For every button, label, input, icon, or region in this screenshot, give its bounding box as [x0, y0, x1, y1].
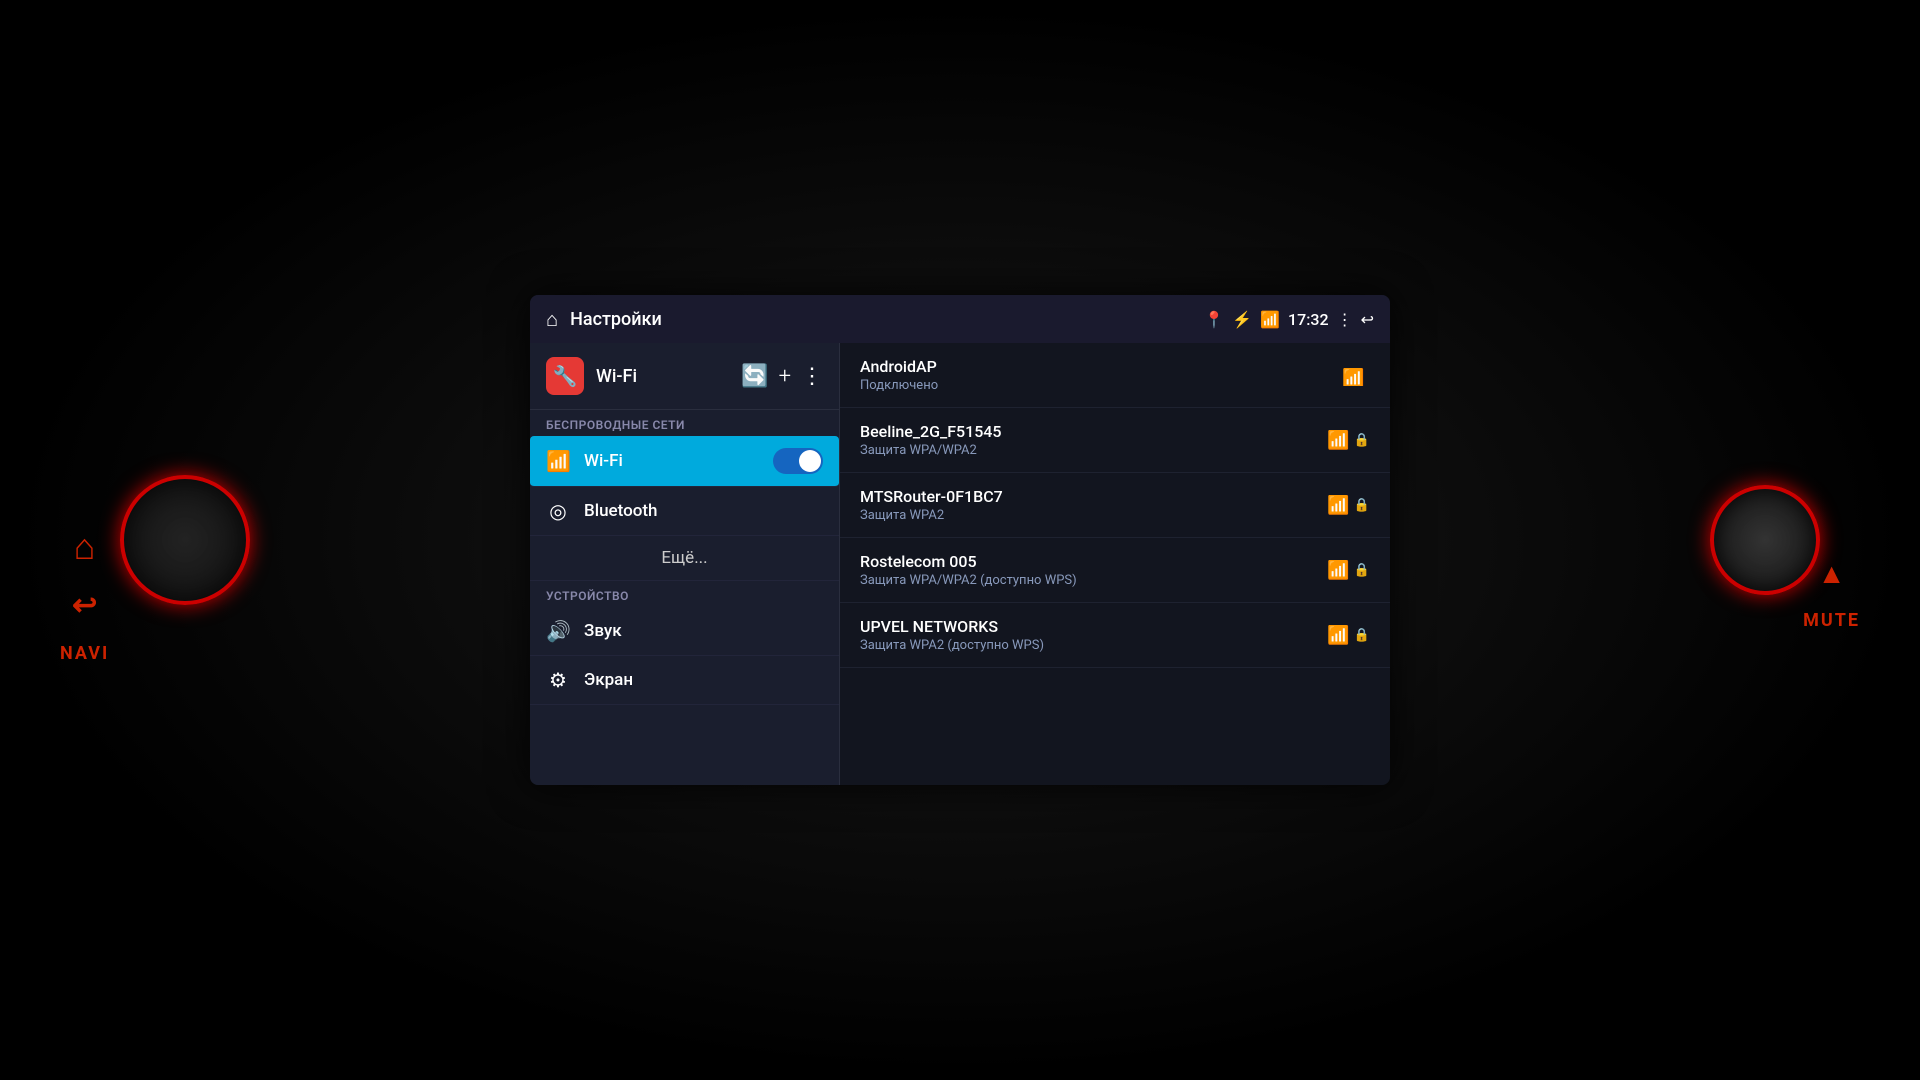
bluetooth-nav-icon: ◎ — [546, 499, 570, 523]
network-item[interactable]: Rostelecom 005 Защита WPA/WPA2 (доступно… — [840, 538, 1390, 603]
bluetooth-nav-label: Bluetooth — [584, 501, 823, 521]
wifi-toggle[interactable] — [773, 448, 823, 474]
navi-button[interactable]: NAVI — [60, 643, 109, 664]
network-signal-lock: 📶🔒 — [1327, 430, 1370, 451]
wifi-actions: 🔄 + ⋮ — [741, 364, 823, 389]
refresh-icon[interactable]: 🔄 — [741, 364, 768, 389]
mute-button[interactable]: MUTE — [1803, 610, 1860, 631]
network-status: Защита WPA/WPA2 — [860, 443, 1327, 458]
overflow-icon[interactable]: ⋮ — [1337, 310, 1353, 329]
wireless-section-label: БЕСПРОВОДНЫЕ СЕТИ — [530, 410, 839, 436]
screen-nav-label: Экран — [584, 670, 823, 690]
right-controls: ▲ MUTE — [1803, 557, 1860, 631]
device-section-label: УСТРОЙСТВО — [530, 581, 839, 607]
home-icon[interactable]: ⌂ — [546, 307, 558, 332]
left-controls: ⌂ ↩ NAVI — [60, 526, 109, 664]
left-panel: 🔧 Wi-Fi 🔄 + ⋮ БЕСПРОВОДНЫЕ СЕТИ 📶 Wi-Fi — [530, 343, 840, 785]
wifi-settings-icon: 🔧 — [553, 364, 578, 388]
add-network-icon[interactable]: + — [779, 364, 791, 389]
screen-nav-icon: ⚙ — [546, 668, 570, 692]
network-item[interactable]: Beeline_2G_F51545 Защита WPA/WPA2 📶🔒 — [840, 408, 1390, 473]
sidebar-item-wifi[interactable]: 📶 Wi-Fi — [530, 436, 839, 487]
status-icons: 📍 ⚡ 📶 17:32 ⋮ ↩ — [1204, 310, 1374, 329]
network-status: Защита WPA2 — [860, 508, 1327, 523]
network-item[interactable]: UPVEL NETWORKS Защита WPA2 (доступно WPS… — [840, 603, 1390, 668]
page-title: Настройки — [570, 309, 1196, 330]
sound-nav-label: Звук — [584, 621, 823, 641]
network-signal-lock: 📶🔒 — [1327, 625, 1370, 646]
network-item[interactable]: MTSRouter-0F1BC7 Защита WPA2 📶🔒 — [840, 473, 1390, 538]
network-info: MTSRouter-0F1BC7 Защита WPA2 — [860, 487, 1327, 523]
wifi-header: 🔧 Wi-Fi 🔄 + ⋮ — [530, 343, 839, 410]
wifi-title: Wi-Fi — [596, 366, 729, 387]
network-info: Beeline_2G_F51545 Защита WPA/WPA2 — [860, 422, 1327, 458]
network-item[interactable]: AndroidAP Подключено 📶 — [840, 343, 1390, 408]
status-bar: ⌂ Настройки 📍 ⚡ 📶 17:32 ⋮ ↩ — [530, 295, 1390, 343]
wifi-icon-box: 🔧 — [546, 357, 584, 395]
network-name: UPVEL NETWORKS — [860, 617, 1327, 636]
wifi-status-icon: 📶 — [1260, 310, 1280, 329]
network-info: AndroidAP Подключено — [860, 357, 1342, 393]
bluetooth-status-icon: ⚡ — [1232, 310, 1252, 329]
sound-nav-icon: 🔊 — [546, 619, 570, 643]
wifi-nav-label: Wi-Fi — [584, 451, 759, 471]
network-status: Подключено — [860, 378, 1342, 393]
network-list: AndroidAP Подключено 📶 Beeline_2G_F51545 — [840, 343, 1390, 785]
network-name: MTSRouter-0F1BC7 — [860, 487, 1327, 506]
location-icon: 📍 — [1204, 310, 1224, 329]
clock: 17:32 — [1288, 310, 1329, 329]
car-dashboard: ⌂ ↩ NAVI ▲ MUTE ⌂ Настройки 📍 ⚡ 📶 17:32 … — [0, 0, 1920, 1080]
left-knob[interactable] — [120, 475, 250, 605]
sidebar-item-more[interactable]: Ещё... — [530, 536, 839, 581]
back-nav-icon[interactable]: ↩ — [1361, 310, 1374, 329]
network-status: Защита WPA/WPA2 (доступно WPS) — [860, 573, 1327, 588]
network-name: AndroidAP — [860, 357, 1342, 376]
sidebar-item-sound[interactable]: 🔊 Звук — [530, 607, 839, 656]
svg-text:📶: 📶 — [1342, 367, 1364, 386]
network-signal: 📶 — [1342, 364, 1370, 386]
triangle-button[interactable]: ▲ — [1818, 557, 1846, 590]
network-info: UPVEL NETWORKS Защита WPA2 (доступно WPS… — [860, 617, 1327, 653]
wifi-nav-icon: 📶 — [546, 449, 570, 473]
network-info: Rostelecom 005 Защита WPA/WPA2 (доступно… — [860, 552, 1327, 588]
more-label: Ещё... — [661, 548, 707, 568]
network-name: Rostelecom 005 — [860, 552, 1327, 571]
main-screen: ⌂ Настройки 📍 ⚡ 📶 17:32 ⋮ ↩ 🔧 Wi-Fi — [530, 295, 1390, 785]
toggle-thumb — [799, 450, 821, 472]
network-signal-lock: 📶🔒 — [1327, 560, 1370, 581]
home-button[interactable]: ⌂ — [74, 526, 96, 568]
sidebar-item-bluetooth[interactable]: ◎ Bluetooth — [530, 487, 839, 536]
network-status: Защита WPA2 (доступно WPS) — [860, 638, 1327, 653]
main-content: 🔧 Wi-Fi 🔄 + ⋮ БЕСПРОВОДНЫЕ СЕТИ 📶 Wi-Fi — [530, 343, 1390, 785]
network-name: Beeline_2G_F51545 — [860, 422, 1327, 441]
network-signal-lock: 📶🔒 — [1327, 495, 1370, 516]
wifi-overflow-icon[interactable]: ⋮ — [801, 364, 823, 389]
sidebar-item-screen[interactable]: ⚙ Экран — [530, 656, 839, 705]
back-button[interactable]: ↩ — [72, 588, 97, 623]
